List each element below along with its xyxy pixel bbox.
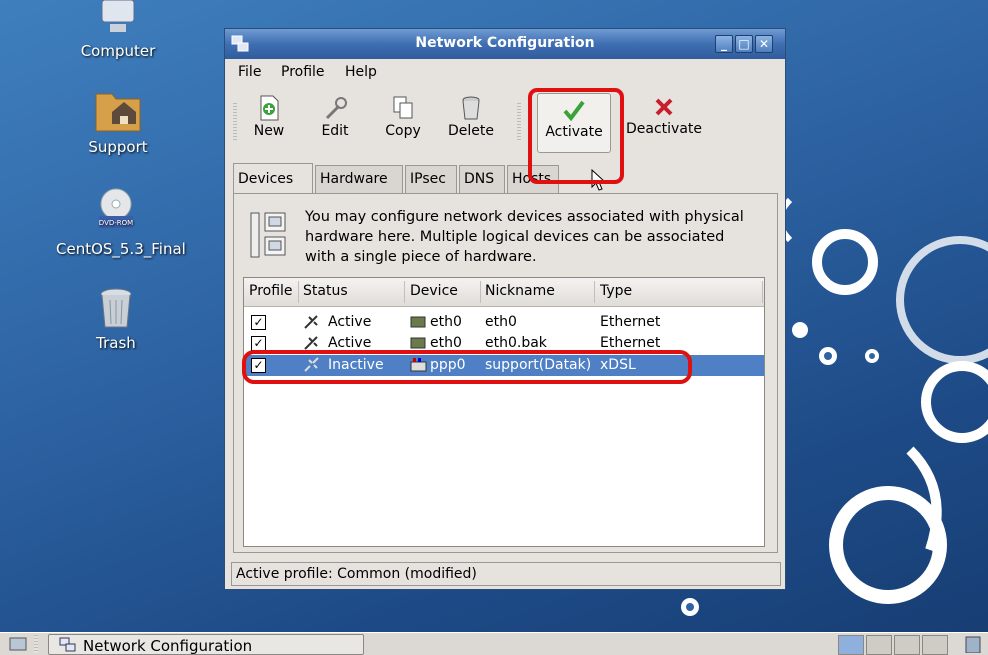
desktop-icon-label: Support (88, 138, 148, 156)
column-device[interactable]: Device (410, 283, 458, 299)
network-app-icon (59, 637, 76, 652)
tab-dns[interactable]: DNS (459, 165, 505, 193)
column-status[interactable]: Status (303, 283, 348, 299)
dvd-icon: DVD-ROM (99, 188, 133, 228)
nickname-cell: eth0.bak (485, 335, 547, 351)
desktop-icon-label: Trash (96, 334, 136, 352)
desktop-icon-label: Computer (80, 42, 156, 60)
column-profile[interactable]: Profile (249, 283, 293, 299)
edit-label: Edit (321, 123, 349, 139)
new-label: New (253, 123, 285, 139)
maximize-button[interactable]: □ (735, 35, 753, 53)
type-cell: Ethernet (600, 314, 661, 330)
desktop-icon-trash[interactable]: Trash (56, 286, 176, 352)
workspace-4[interactable] (922, 635, 948, 655)
network-config-window: Network Configuration _ □ ✕ File Profile… (224, 28, 786, 590)
menu-bar: File Profile Help (225, 61, 785, 83)
toolbar-separator (517, 103, 521, 141)
desktop-icon-label: CentOS_5.3_Final (56, 240, 186, 258)
menu-file[interactable]: File (238, 64, 261, 80)
new-icon (260, 95, 279, 121)
network-devices-icon (250, 212, 286, 258)
trash-applet-icon[interactable] (962, 635, 984, 653)
deactivate-label: Deactivate (625, 121, 702, 137)
window-title: Network Configuration (415, 35, 595, 51)
close-button[interactable]: ✕ (755, 35, 773, 53)
desktop-icon-dvd[interactable]: DVD-ROM CentOS_5.3_Final (56, 188, 186, 258)
status-cell: Active (328, 314, 372, 330)
wrench-icon (325, 97, 347, 120)
activate-highlight-box (528, 88, 624, 184)
tab-devices[interactable]: Devices (233, 163, 313, 194)
nickname-cell: eth0 (485, 314, 517, 330)
device-list[interactable]: Profile Status Device Nickname Type ✓ Ac… (243, 277, 765, 547)
nic-icon (410, 316, 426, 328)
menu-help[interactable]: Help (345, 64, 377, 80)
title-bar[interactable]: Network Configuration _ □ ✕ (225, 29, 785, 59)
desktop-icon-computer[interactable]: Computer (58, 0, 178, 60)
deactivate-button[interactable]: Deactivate (621, 91, 707, 149)
new-button[interactable]: New (241, 91, 297, 149)
list-header: Profile Status Device Nickname Type (244, 278, 764, 307)
tab-hardware[interactable]: Hardware (315, 165, 403, 193)
folder-icon (95, 93, 141, 132)
table-row[interactable]: ✓ Active eth0 eth0 Ethernet (244, 312, 764, 333)
type-cell: Ethernet (600, 335, 661, 351)
desktop-icon-support[interactable]: Support (58, 84, 178, 156)
dvd-rom-text: DVD-ROM (99, 219, 133, 227)
nic-icon (410, 337, 426, 349)
x-icon (655, 98, 673, 116)
taskbar-window-button[interactable]: Network Configuration (48, 634, 364, 655)
profile-checkbox[interactable]: ✓ (251, 315, 266, 330)
delete-button[interactable]: Delete (439, 91, 503, 149)
status-cell: Active (328, 335, 372, 351)
status-bar: Active profile: Common (modified) (231, 562, 781, 586)
status-bar-text: Active profile: Common (modified) (236, 566, 477, 582)
copy-label: Copy (385, 123, 421, 139)
show-desktop-icon[interactable] (8, 635, 28, 653)
minimize-button[interactable]: _ (715, 35, 733, 53)
toolbar: New Edit Copy Delete Activate Deactivate (225, 85, 785, 191)
trash-icon (462, 96, 480, 120)
toolbar-handle[interactable] (233, 103, 237, 141)
device-cell: eth0 (430, 314, 462, 330)
tab-ipsec[interactable]: IPsec (405, 165, 457, 193)
column-type[interactable]: Type (600, 283, 632, 299)
profile-checkbox[interactable]: ✓ (251, 336, 266, 351)
edit-button[interactable]: Edit (307, 91, 363, 149)
row-highlight-box (242, 350, 692, 384)
copy-button[interactable]: Copy (375, 91, 431, 149)
taskbar-window-label: Network Configuration (83, 637, 253, 655)
plug-icon (304, 315, 318, 329)
workspace-1[interactable] (838, 635, 864, 655)
computer-icon (101, 0, 135, 32)
workspace-2[interactable] (866, 635, 892, 655)
device-cell: eth0 (430, 335, 462, 351)
delete-label: Delete (448, 123, 494, 139)
menu-profile[interactable]: Profile (281, 64, 325, 80)
copy-icon (393, 96, 413, 119)
taskbar-handle (34, 635, 38, 653)
trash-icon (100, 288, 132, 328)
column-nickname[interactable]: Nickname (485, 283, 555, 299)
workspace-3[interactable] (894, 635, 920, 655)
taskbar: Network Configuration (0, 632, 988, 655)
info-text: You may configure network devices associ… (305, 209, 744, 265)
